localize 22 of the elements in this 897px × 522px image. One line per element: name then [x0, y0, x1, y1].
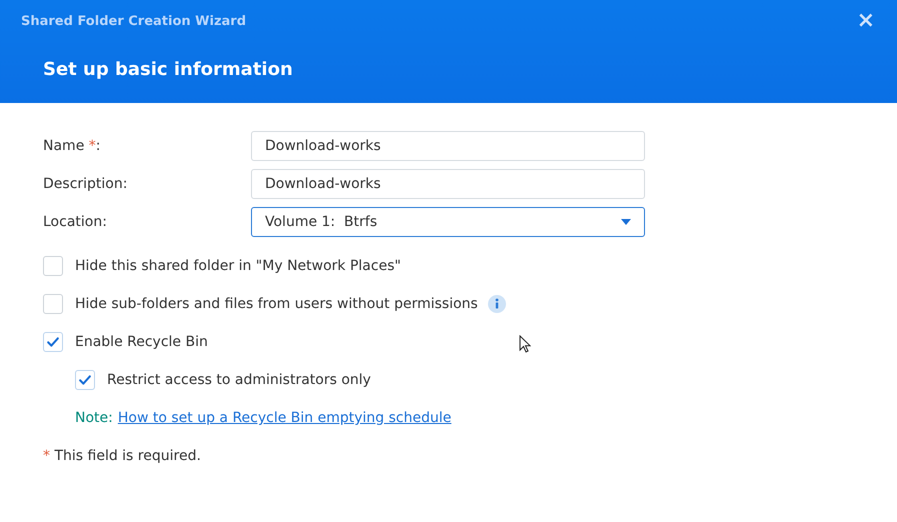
checkbox[interactable] [43, 256, 63, 276]
note-label: Note: [75, 410, 113, 426]
checkbox-label[interactable]: Enable Recycle Bin [75, 334, 208, 350]
window-title: Shared Folder Creation Wizard [21, 14, 246, 28]
info-icon[interactable] [488, 295, 506, 313]
checkbox[interactable] [43, 332, 63, 352]
help-link[interactable]: How to set up a Recycle Bin emptying schedule [118, 410, 452, 426]
checkbox-label[interactable]: Hide sub-folders and files from users without permissions [75, 296, 478, 312]
checkbox-label[interactable]: Restrict access to administrators only [107, 372, 371, 388]
checkbox-label[interactable]: Hide this shared folder in "My Network Places" [75, 258, 401, 274]
checkbox[interactable] [75, 370, 95, 390]
required-note: * This field is required. [43, 447, 202, 466]
text-field[interactable]: Download-works [251, 169, 645, 199]
dropdown[interactable]: Volume 1: Btrfs [251, 207, 645, 237]
field-label: Location: [43, 214, 108, 230]
text-field[interactable]: Download-works [251, 131, 645, 161]
field-label: Description: [43, 176, 128, 192]
step-title: Set up basic information [43, 59, 294, 80]
field-label: Name *: [43, 138, 102, 154]
checkbox[interactable] [43, 294, 63, 314]
mouse-pointer-icon [519, 335, 531, 353]
caret-icon [621, 219, 631, 225]
